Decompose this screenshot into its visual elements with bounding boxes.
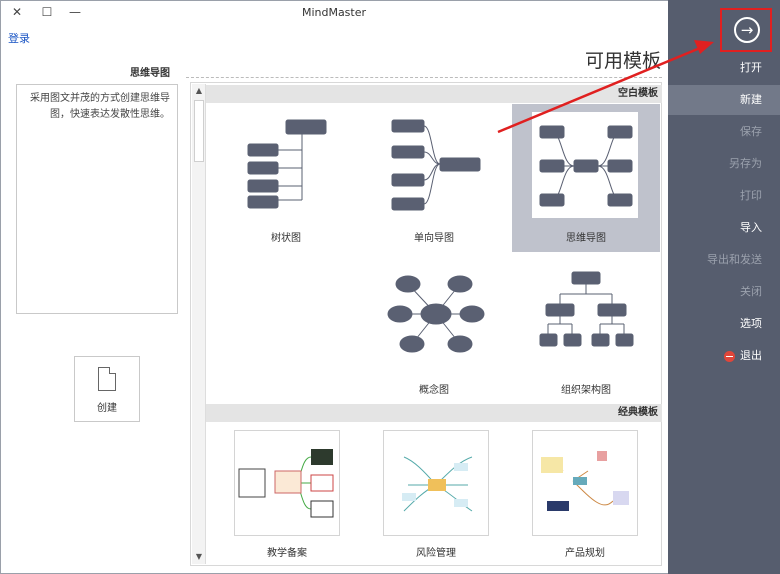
create-label: 创建 <box>97 403 117 414</box>
divider <box>186 77 662 78</box>
document-icon <box>98 367 116 391</box>
template-concept-map[interactable]: 概念图 <box>360 256 508 404</box>
sidebar-item-import[interactable]: 导入 <box>668 213 780 243</box>
sidebar-item-close[interactable]: 关闭 <box>668 277 780 307</box>
template-label: 风险管理 <box>416 548 456 559</box>
sidebar-item-label: 打印 <box>740 189 762 202</box>
window-title: MindMaster <box>301 6 367 19</box>
sidebar-item-label: 新建 <box>740 93 762 106</box>
template-product-planning[interactable] <box>532 430 638 536</box>
sidebar-item-label: 导入 <box>740 221 762 234</box>
risk-management-thumbnail <box>402 456 473 512</box>
template-right-map[interactable]: 单向导图 <box>360 104 508 252</box>
vertical-scrollbar[interactable]: ▲ ▼ <box>192 84 206 564</box>
product-planning-thumbnail <box>541 451 629 511</box>
sidebar-item-label: 打开 <box>740 61 762 74</box>
template-label: 组织架构图 <box>561 385 611 396</box>
sidebar-item-open[interactable]: 打开 <box>668 53 780 83</box>
sidebar-item-label: 选项 <box>740 317 762 330</box>
sidebar-item-save-as[interactable]: 另存为 <box>668 149 780 179</box>
sidebar-item-save[interactable]: 保存 <box>668 117 780 147</box>
template-tree-map[interactable]: 树状图 <box>212 104 360 252</box>
template-label: 概念图 <box>419 385 449 396</box>
teaching-plan-thumbnail <box>238 449 334 518</box>
scroll-down-icon[interactable]: ▼ <box>192 550 206 564</box>
section-classic-templates: 经典模板 <box>206 404 662 422</box>
scroll-thumb[interactable] <box>194 100 204 162</box>
template-label: 思维导图 <box>566 233 606 244</box>
sidebar-item-exit[interactable]: 退出 <box>668 341 780 371</box>
back-button[interactable]: → <box>720 8 772 52</box>
template-type-heading: 思维导图 <box>130 68 170 79</box>
sidebar-item-label: 保存 <box>740 125 762 138</box>
template-risk-management[interactable] <box>383 430 489 536</box>
title-bar: ✕ ☐ — MindMaster <box>0 0 668 26</box>
sidebar-item-label: 关闭 <box>740 285 762 298</box>
sidebar-item-label: 导出和发送 <box>707 253 762 266</box>
sidebar-item-print[interactable]: 打印 <box>668 181 780 211</box>
template-label: 教学备案 <box>267 548 307 559</box>
template-label: 树状图 <box>271 233 301 244</box>
arrow-right-circle-icon: → <box>734 17 760 43</box>
template-org-chart[interactable]: 组织架构图 <box>512 256 660 404</box>
template-label: 单向导图 <box>414 233 454 244</box>
login-link[interactable]: 登录 <box>8 30 30 46</box>
create-button[interactable]: 创建 <box>74 356 140 422</box>
sidebar-item-export-send[interactable]: 导出和发送 <box>668 245 780 275</box>
template-label: 产品规划 <box>565 548 605 559</box>
sidebar-item-new[interactable]: 新建 <box>668 85 780 115</box>
template-teaching-plan[interactable] <box>234 430 340 536</box>
page-title: 可用模板 <box>585 50 662 72</box>
sidebar-item-label: 退出 <box>740 349 762 362</box>
template-description: 采用图文并茂的方式创建思维导图，快速表达发散性思维。 <box>16 84 178 314</box>
sidebar-item-options[interactable]: 选项 <box>668 309 780 339</box>
section-blank-templates: 空白模板 <box>206 85 662 103</box>
exit-icon <box>724 350 735 362</box>
scroll-up-icon[interactable]: ▲ <box>192 84 206 98</box>
sidebar-item-label: 另存为 <box>729 157 762 170</box>
template-mind-map[interactable]: 思维导图 <box>512 104 660 252</box>
